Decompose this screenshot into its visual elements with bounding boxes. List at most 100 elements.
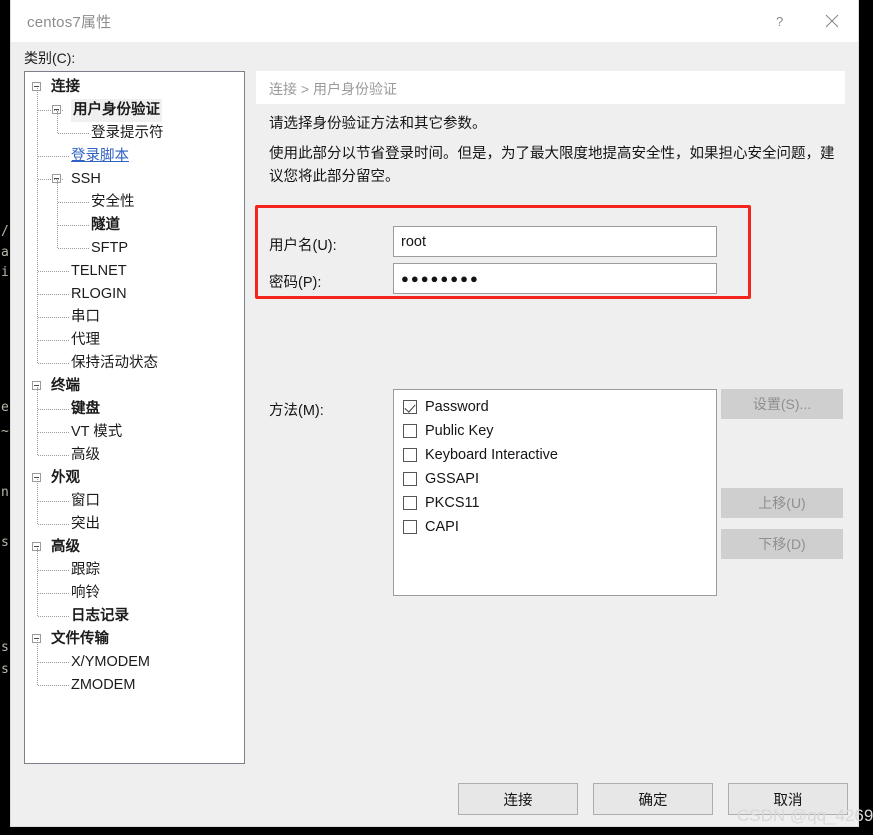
terminal-char: s [1, 640, 9, 655]
method-row-4[interactable]: GSSAPI [394, 467, 716, 491]
move-down-button[interactable]: 下移(D) [721, 529, 843, 559]
ok-button[interactable]: 确定 [593, 783, 713, 815]
move-up-button[interactable]: 上移(U) [721, 488, 843, 518]
tree-guide-line [38, 363, 69, 364]
terminal-char: a [1, 245, 9, 260]
method-row-6[interactable]: CAPI [394, 515, 716, 539]
tree-item-1[interactable]: 连接 [25, 76, 244, 99]
method-label: GSSAPI [425, 471, 479, 487]
method-label: Public Key [425, 423, 494, 439]
tree-guide-line [38, 156, 69, 157]
tree-guide-line [38, 317, 69, 318]
tree-guide-line [38, 409, 69, 410]
tree-guide-line [38, 340, 69, 341]
methods-label: 方法(M): [269, 403, 324, 419]
connect-button[interactable]: 连接 [458, 783, 578, 815]
svg-text:?: ? [776, 14, 783, 29]
tree-item-label: SSH [71, 171, 101, 187]
method-row-5[interactable]: PKCS11 [394, 491, 716, 515]
method-label: PKCS11 [425, 495, 480, 511]
tree-guide-line [38, 271, 69, 272]
method-label: CAPI [425, 519, 459, 535]
watermark: CSDN @qq_42694871 [737, 806, 873, 825]
tree-guide-line [38, 616, 69, 617]
settings-button[interactable]: 设置(S)... [721, 389, 843, 419]
tree-guide-line [38, 685, 69, 686]
tree-guide-line [38, 593, 69, 594]
tree-guide-line [38, 524, 69, 525]
tree-guide-line [58, 133, 89, 134]
close-icon[interactable] [809, 0, 854, 42]
tree-item-label: 窗口 [71, 493, 100, 509]
description-line-2: 使用此部分以节省登录时间。但是，为了最大限度地提高安全性，如果担心安全问题，建议… [269, 146, 835, 185]
tree-item-label: 日志记录 [71, 608, 129, 624]
checkbox-unchecked-icon[interactable] [403, 496, 417, 510]
tree-guide-line [37, 640, 38, 685]
tree-guide-line [37, 548, 38, 616]
method-row-2[interactable]: Public Key [394, 419, 716, 443]
tree-guide-line [57, 180, 58, 248]
tree-guide-line [38, 179, 63, 180]
checkbox-unchecked-icon[interactable] [403, 472, 417, 486]
tree-item-label: X/YMODEM [71, 654, 150, 670]
tree-guide-line [37, 387, 38, 455]
tree-item-label: 登录提示符 [91, 125, 164, 141]
title-bar: centos7属性 ? [11, 0, 858, 42]
tree-item-label[interactable]: 登录脚本 [71, 145, 129, 168]
tree-item-label: 外观 [51, 470, 80, 486]
terminal-char: / [1, 224, 9, 239]
checkbox-checked-icon[interactable] [403, 400, 417, 414]
description-line-1: 请选择身份验证方法和其它参数。 [269, 116, 487, 132]
tree-guide-line [38, 455, 69, 456]
tree-item-label: 响铃 [71, 585, 100, 601]
tree-item-25[interactable]: 文件传输 [25, 628, 244, 651]
username-input[interactable]: root [393, 226, 717, 257]
terminal-char: e [1, 400, 9, 415]
tree-item-label: ZMODEM [71, 677, 136, 693]
checkbox-unchecked-icon[interactable] [403, 520, 417, 534]
tree-item-label: 用户身份验证 [71, 99, 162, 122]
tree-guide-line [38, 294, 69, 295]
tree-guide-line [58, 248, 89, 249]
tree-guide-line [58, 202, 89, 203]
terminal-char: i [1, 265, 9, 280]
tree-item-label: SFTP [91, 240, 129, 256]
tree-item-label: 文件传输 [51, 631, 109, 647]
method-row-1[interactable]: Password [394, 395, 716, 419]
terminal-char: s [1, 535, 9, 550]
method-label: Keyboard Interactive [425, 447, 558, 463]
checkbox-unchecked-icon[interactable] [403, 424, 417, 438]
tree-item-label: 突出 [71, 516, 100, 532]
terminal-char: s [1, 662, 9, 677]
username-label: 用户名(U): [269, 238, 337, 254]
tree-guide-line [38, 501, 69, 502]
breadcrumb-text: 连接 > 用户身份验证 [269, 81, 397, 97]
tree-item-label: 键盘 [71, 401, 100, 417]
tree-item-label: 代理 [71, 332, 100, 348]
tree-item-label: 安全性 [91, 194, 135, 210]
tree-item-label: 跟踪 [71, 562, 100, 578]
methods-list[interactable]: Password Public Key Keyboard Interactive GS… [393, 389, 717, 596]
tree-item-label: 高级 [51, 539, 80, 555]
category-tree[interactable]: 连接 用户身份验证 登录提示符 登录脚本 SSH 安全性 隧道 SFTP TELNET RLOGI… [24, 71, 245, 764]
tree-item-label: 终端 [51, 378, 80, 394]
tree-item-21[interactable]: 高级 [25, 536, 244, 559]
tree-item-14[interactable]: 终端 [25, 375, 244, 398]
question-mark-icon[interactable]: ? [759, 0, 804, 42]
password-label: 密码(P): [269, 275, 322, 291]
tree-item-label: 保持活动状态 [71, 355, 158, 371]
tree-guide-line [38, 432, 69, 433]
tree-item-label: TELNET [71, 263, 127, 279]
method-row-3[interactable]: Keyboard Interactive [394, 443, 716, 467]
checkbox-unchecked-icon[interactable] [403, 448, 417, 462]
tree-item-label: 连接 [51, 79, 80, 95]
password-input[interactable]: ●●●●●●●● [393, 263, 717, 294]
tree-item-18[interactable]: 外观 [25, 467, 244, 490]
tree-guide-line [38, 662, 69, 663]
tree-guide-line [38, 110, 63, 111]
terminal-char: ~ [1, 424, 9, 439]
tree-guide-line [37, 479, 38, 524]
breadcrumb: 连接 > 用户身份验证 [256, 71, 845, 104]
tree-item-label: 隧道 [91, 217, 120, 233]
terminal-char: n [1, 485, 9, 500]
